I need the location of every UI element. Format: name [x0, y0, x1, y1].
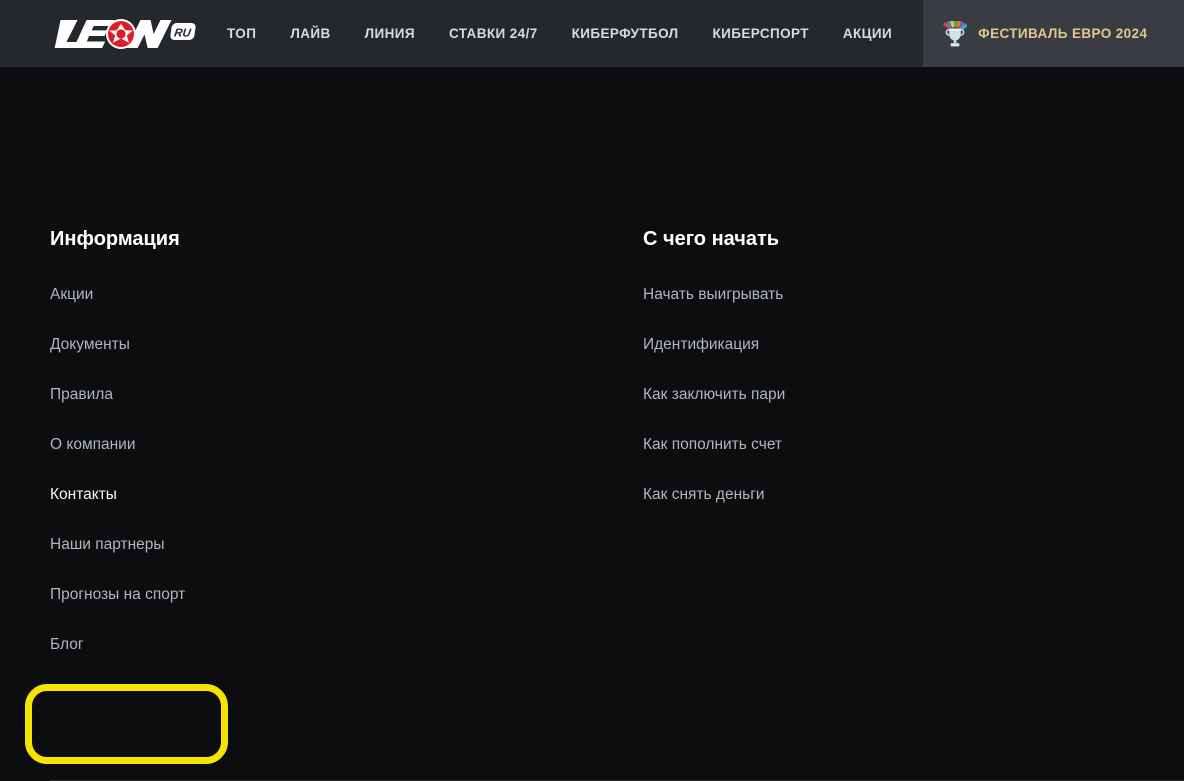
footer-link-contacts[interactable]: Контакты: [50, 485, 185, 535]
blog-highlight-annotation: [25, 684, 228, 764]
logo-link[interactable]: RU: [0, 0, 215, 67]
nav-item-euro-festival-2024[interactable]: ФЕСТИВАЛЬ ЕВРО 2024: [923, 0, 1184, 67]
column-title: Информация: [50, 228, 180, 250]
footer-link-start-winning[interactable]: Начать выигрывать: [643, 285, 785, 335]
footer-link-sport-forecasts[interactable]: Прогнозы на спорт: [50, 585, 185, 635]
nav-item-line[interactable]: ЛИНИЯ: [348, 0, 432, 67]
nav-item-cyberfootball[interactable]: КИБЕРФУТБОЛ: [555, 0, 696, 67]
svg-text:RU: RU: [173, 27, 192, 39]
footer-link-promotions[interactable]: Акции: [50, 285, 185, 335]
nav-item-esports[interactable]: КИБЕРСПОРТ: [696, 0, 826, 67]
main-navigation: ТОП ЛАЙВ ЛИНИЯ СТАВКИ 24/7 КИБЕРФУТБОЛ К…: [215, 0, 1184, 67]
nav-label: СТАВКИ 24/7: [448, 26, 538, 41]
nav-item-top[interactable]: ТОП: [215, 0, 273, 67]
nav-label: АКЦИИ: [842, 26, 893, 41]
link-list: Начать выигрывать Идентификация Как закл…: [643, 285, 785, 535]
footer-link-how-to-deposit[interactable]: Как пополнить счет: [643, 435, 785, 485]
nav-label: ЛИНИЯ: [364, 26, 415, 41]
footer-link-how-to-withdraw[interactable]: Как снять деньги: [643, 485, 785, 535]
footer-link-how-to-bet[interactable]: Как заключить пари: [643, 385, 785, 435]
nav-item-live[interactable]: ЛАЙВ: [273, 0, 347, 67]
footer-link-identification[interactable]: Идентификация: [643, 335, 785, 385]
nav-label: КИБЕРСПОРТ: [712, 26, 809, 41]
nav-label: ЛАЙВ: [290, 26, 331, 41]
nav-item-bets-24-7[interactable]: СТАВКИ 24/7: [432, 0, 555, 67]
leon-ru-logo: RU: [45, 17, 197, 51]
footer-link-documents[interactable]: Документы: [50, 335, 185, 385]
nav-label: ТОП: [227, 26, 257, 41]
nav-label: ФЕСТИВАЛЬ ЕВРО 2024: [978, 26, 1148, 41]
footer-link-rules[interactable]: Правила: [50, 385, 185, 435]
link-list: Акции Документы Правила О компании Конта…: [50, 285, 185, 685]
leon-logo-graphic: RU: [54, 18, 196, 49]
footer-column-getting-started: С чего начать Начать выигрывать Идентифи…: [643, 227, 785, 535]
footer-link-blog[interactable]: Блог: [50, 635, 185, 685]
nav-item-promotions[interactable]: АКЦИИ: [826, 0, 909, 67]
euro-trophy-icon: [943, 20, 968, 46]
footer-column-information: Информация Акции Документы Правила О ком…: [50, 227, 185, 685]
column-title: С чего начать: [643, 228, 780, 250]
nav-label: КИБЕРФУТБОЛ: [571, 26, 679, 41]
footer-link-our-partners[interactable]: Наши партнеры: [50, 535, 185, 585]
site-header: RU ТОП ЛАЙВ ЛИНИЯ СТАВКИ 24/7 КИБЕРФУТБО…: [0, 0, 1184, 67]
footer-link-about-company[interactable]: О компании: [50, 435, 185, 485]
footer-content: Информация Акции Документы Правила О ком…: [0, 67, 1184, 781]
